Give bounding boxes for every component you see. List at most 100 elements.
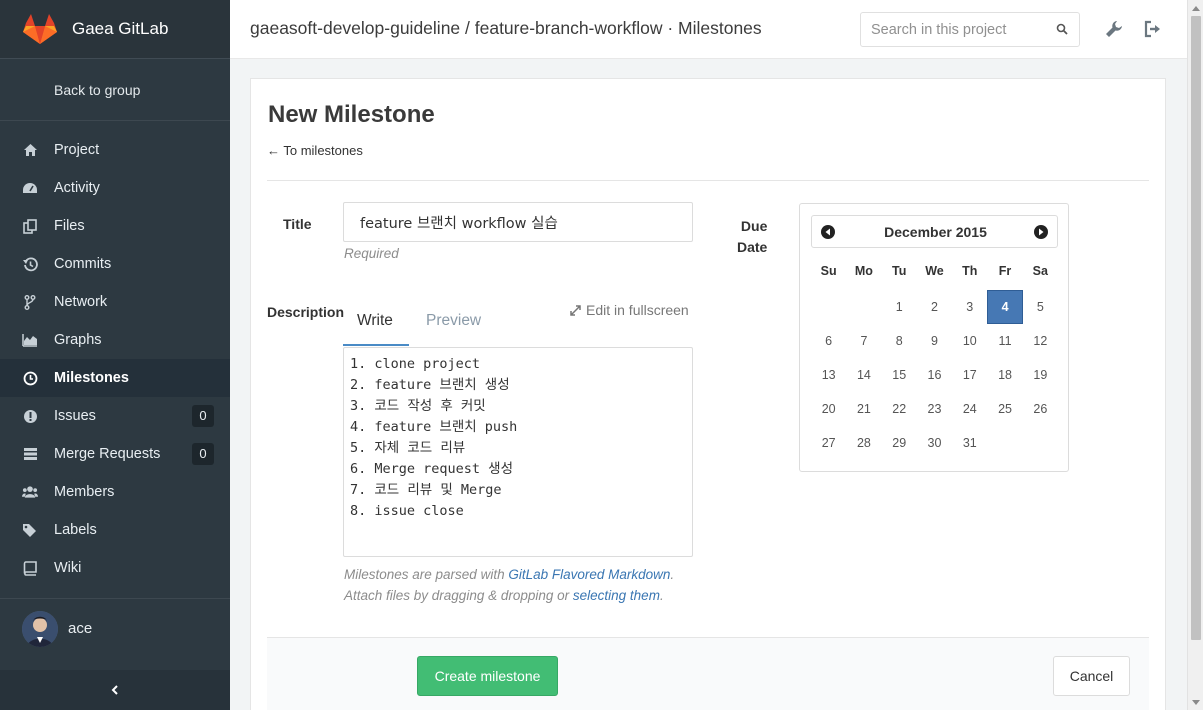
calendar-day[interactable]: 8 <box>882 324 917 358</box>
next-month-icon[interactable] <box>1034 225 1048 239</box>
calendar-day[interactable]: 24 <box>952 392 987 426</box>
fullscreen-link[interactable]: Edit in fullscreen <box>569 302 689 318</box>
sidebar-item-milestones[interactable]: Milestones <box>0 359 230 397</box>
brand-name: Gaea GitLab <box>72 19 169 38</box>
description-textarea[interactable]: 1. clone project 2. feature 브랜치 생성 3. 코드… <box>343 347 693 557</box>
back-to-group-link[interactable]: Back to group <box>0 59 230 121</box>
empty-day <box>987 426 1022 460</box>
calendar-day[interactable]: 21 <box>846 392 881 426</box>
calendar-day[interactable]: 25 <box>987 392 1022 426</box>
calendar-day[interactable]: 14 <box>846 358 881 392</box>
calendar-day[interactable]: 18 <box>987 358 1022 392</box>
chevron-left-icon <box>111 685 118 695</box>
calendar-day[interactable]: 20 <box>811 392 846 426</box>
due-date-label: Due Date <box>737 216 767 258</box>
sidebar-item-project[interactable]: Project <box>0 131 230 169</box>
sidebar-item-files[interactable]: Files <box>0 207 230 245</box>
sidebar-item-label: Issues <box>54 408 96 424</box>
select-files-link[interactable]: selecting them <box>573 588 660 603</box>
sidebar-item-issues[interactable]: Issues 0 <box>0 397 230 435</box>
issues-count-badge: 0 <box>192 405 214 427</box>
sidebar-item-graphs[interactable]: Graphs <box>0 321 230 359</box>
sign-out-icon[interactable] <box>1143 19 1163 39</box>
calendar-day[interactable]: 30 <box>917 426 952 460</box>
calendar-day[interactable]: 10 <box>952 324 987 358</box>
calendar-day[interactable]: 28 <box>846 426 881 460</box>
tasks-icon <box>22 446 38 462</box>
sidebar-user[interactable]: ace <box>0 598 230 658</box>
sidebar-item-network[interactable]: Network <box>0 283 230 321</box>
search-input[interactable] <box>871 21 1041 38</box>
calendar-day[interactable]: 19 <box>1023 358 1058 392</box>
avatar <box>22 610 58 647</box>
cancel-button[interactable]: Cancel <box>1053 656 1130 696</box>
calendar-day[interactable]: 1 <box>882 290 917 324</box>
calendar-day[interactable]: 26 <box>1023 392 1058 426</box>
weekday-label: Fr <box>998 264 1012 278</box>
sidebar-item-merge-requests[interactable]: Merge Requests 0 <box>0 435 230 473</box>
sidebar-item-members[interactable]: Members <box>0 473 230 511</box>
form-actions: Create milestone Cancel <box>267 637 1149 710</box>
new-milestone-panel: New Milestone ← To milestones Title Requ… <box>250 78 1166 710</box>
create-milestone-button[interactable]: Create milestone <box>417 656 558 696</box>
calendar-day[interactable]: 31 <box>952 426 987 460</box>
selected-day[interactable]: 4 <box>987 290 1023 324</box>
history-icon <box>22 256 38 272</box>
scroll-up-arrow-icon[interactable] <box>1188 0 1203 16</box>
md-hint-suffix: . <box>670 567 675 582</box>
sidebar-item-labels[interactable]: Labels <box>0 511 230 549</box>
active-tab-indicator <box>343 344 409 346</box>
sidebar-item-label: Labels <box>54 522 97 538</box>
calendar-day[interactable]: 16 <box>917 358 952 392</box>
sidebar-item-wiki[interactable]: Wiki <box>0 549 230 587</box>
sidebar-nav: Project Activity Files Commits Network G… <box>0 121 230 587</box>
calendar-day[interactable]: 29 <box>882 426 917 460</box>
weekday-label: Mo <box>854 264 873 278</box>
main-content: New Milestone ← To milestones Title Requ… <box>230 59 1187 710</box>
calendar-day[interactable]: 3 <box>952 290 987 324</box>
sidebar-item-activity[interactable]: Activity <box>0 169 230 207</box>
calendar-day[interactable]: 13 <box>811 358 846 392</box>
title-input[interactable] <box>343 202 693 242</box>
calendar-day[interactable]: 17 <box>952 358 987 392</box>
page-scrollbar[interactable] <box>1187 0 1203 710</box>
scroll-down-arrow-icon[interactable] <box>1188 694 1203 710</box>
calendar-day[interactable]: 12 <box>1023 324 1058 358</box>
title-label: Title <box>283 216 312 232</box>
empty-day <box>1023 426 1058 460</box>
tab-preview[interactable]: Preview <box>426 312 481 330</box>
to-milestones-link[interactable]: ← To milestones <box>267 143 363 158</box>
brand-header[interactable]: Gaea GitLab <box>0 0 230 59</box>
collapse-sidebar-button[interactable] <box>0 670 230 710</box>
calendar-day[interactable]: 27 <box>811 426 846 460</box>
sidebar-item-label: Activity <box>54 180 100 196</box>
markdown-help-link[interactable]: GitLab Flavored Markdown <box>508 567 670 582</box>
due-date-picker: December 2015 Su Mo Tu We Th Fr Sa 1 2 3 4 5 6 7 8 9 10 1… <box>799 203 1069 472</box>
calendar-day[interactable]: 15 <box>882 358 917 392</box>
dashboard-icon <box>22 180 38 196</box>
search-icon[interactable] <box>1056 23 1069 36</box>
sidebar-item-label: Files <box>54 218 85 234</box>
calendar-day[interactable]: 11 <box>987 324 1022 358</box>
weekday-label: Th <box>962 264 978 278</box>
tab-write[interactable]: Write <box>357 312 393 330</box>
calendar-day[interactable]: 6 <box>811 324 846 358</box>
area-chart-icon <box>22 332 38 348</box>
calendar-day[interactable]: 7 <box>846 324 881 358</box>
weekday-label: Sa <box>1032 264 1048 278</box>
wrench-icon[interactable] <box>1104 19 1124 39</box>
scroll-thumb[interactable] <box>1191 16 1201 640</box>
clock-icon <box>22 370 38 386</box>
calendar-day[interactable]: 5 <box>1023 290 1058 324</box>
divider <box>267 180 1149 181</box>
calendar-day[interactable]: 22 <box>882 392 917 426</box>
description-label: Description <box>267 304 345 320</box>
calendar-day[interactable]: 2 <box>917 290 952 324</box>
sidebar-item-label: Project <box>54 142 100 158</box>
datepicker-header: December 2015 <box>811 215 1058 248</box>
due-label-line-2: Date <box>737 239 768 255</box>
calendar-day[interactable]: 9 <box>917 324 952 358</box>
sidebar-item-commits[interactable]: Commits <box>0 245 230 283</box>
calendar-day[interactable]: 23 <box>917 392 952 426</box>
sidebar-item-label: Graphs <box>54 332 102 348</box>
